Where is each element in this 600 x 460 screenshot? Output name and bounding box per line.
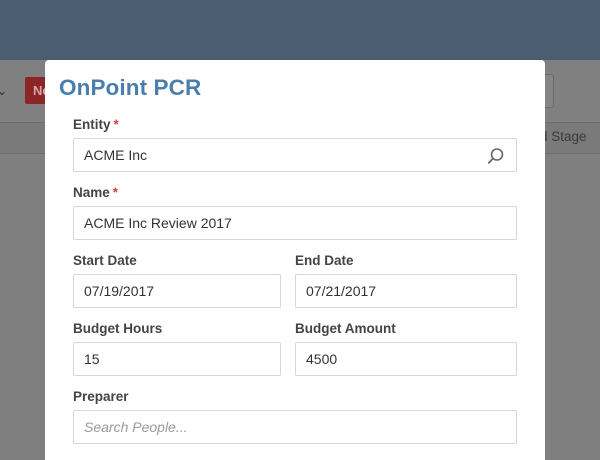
- budget-amount-input[interactable]: [295, 342, 517, 376]
- app-header: [0, 0, 600, 60]
- entity-lookup-input[interactable]: [73, 138, 517, 172]
- column-header-stage: d Stage: [540, 129, 587, 144]
- end-date-label: End Date: [295, 253, 354, 268]
- preparer-people-search-input[interactable]: [73, 410, 517, 444]
- entity-label: Entity *: [73, 117, 119, 132]
- chevron-down-icon: ⌄: [0, 84, 8, 98]
- name-input[interactable]: [73, 206, 517, 240]
- budget-amount-label: Budget Amount: [295, 321, 396, 336]
- preparer-label: Preparer: [73, 389, 129, 404]
- start-date-input[interactable]: [73, 274, 281, 308]
- name-label: Name *: [73, 185, 118, 200]
- budget-hours-label: Budget Hours: [73, 321, 163, 336]
- search-icon[interactable]: [487, 147, 505, 165]
- modal-title: OnPoint PCR: [59, 75, 202, 100]
- budget-hours-input[interactable]: [73, 342, 281, 376]
- new-pcr-modal: OnPoint PCR Entity* Name* Start Date End…: [45, 60, 545, 460]
- required-marker: *: [113, 117, 119, 132]
- name-label-text: Name: [73, 185, 110, 200]
- end-date-input[interactable]: [295, 274, 517, 308]
- required-marker: *: [112, 185, 119, 200]
- entity-label-text: Entity: [73, 117, 111, 132]
- start-date-label: Start Date: [73, 253, 137, 268]
